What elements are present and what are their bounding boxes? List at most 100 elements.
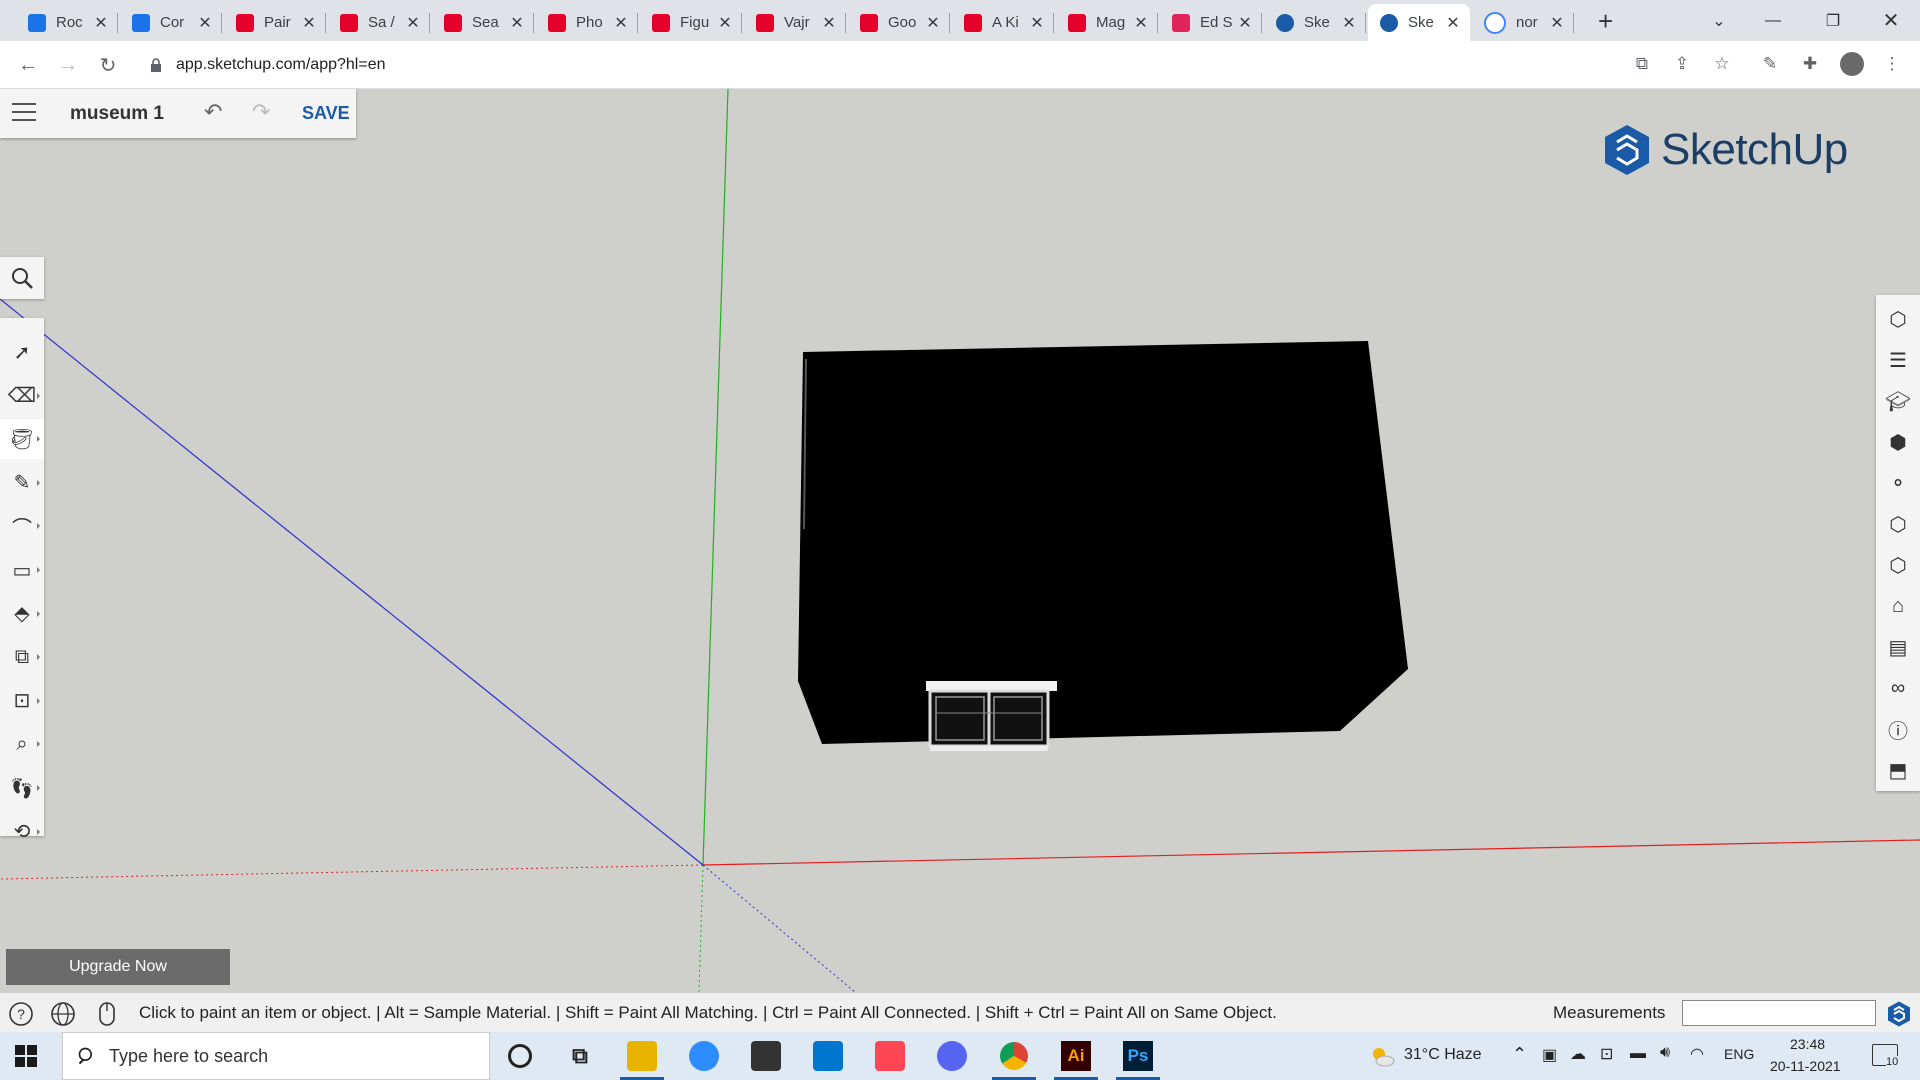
sketchup-status-icon[interactable] bbox=[1886, 1001, 1912, 1027]
geo-location-icon[interactable] bbox=[50, 1001, 76, 1027]
clock-time[interactable]: 23:48 bbox=[1790, 1036, 1825, 1052]
zoom-taskbar-button[interactable] bbox=[676, 1032, 732, 1080]
door-component[interactable] bbox=[926, 681, 1057, 751]
rectangle-tool-button[interactable]: ▭ bbox=[0, 550, 44, 590]
onedrive-icon[interactable]: ☁ bbox=[1570, 1044, 1586, 1064]
document-title[interactable]: museum 1 bbox=[70, 103, 164, 125]
illustrator-taskbar-button[interactable]: Ai bbox=[1048, 1032, 1104, 1080]
info-panel-button[interactable]: ⓘ bbox=[1876, 709, 1920, 749]
cortana-taskbar-button[interactable] bbox=[492, 1032, 548, 1080]
pencil-tool-button[interactable]: ✎ bbox=[0, 463, 44, 503]
move-tool-button[interactable]: ⧉ bbox=[0, 637, 44, 677]
close-tab-icon[interactable]: ✕ bbox=[196, 13, 214, 33]
orbit-tool-button[interactable]: ⟲ bbox=[0, 812, 44, 852]
model-viewport[interactable]: museum 1 ↶ ↷ SAVE SketchUp ➚ ⌫ 🪣︎ ✎ ⌒ ▭ ⬘ ⧉ ⊡ ⌕ 👣︎… bbox=[0, 89, 1920, 992]
share-icon[interactable]: ⇪ bbox=[1670, 52, 1694, 76]
omnibox[interactable]: app.sketchup.com/app?hl=en bbox=[142, 47, 1692, 83]
browser-tab[interactable]: nor ✕ bbox=[1472, 4, 1574, 41]
redo-icon[interactable]: ↷ bbox=[252, 99, 270, 125]
instructor-panel-button[interactable]: 🎓︎ bbox=[1876, 381, 1920, 421]
browser-tab[interactable]: Sea ✕ bbox=[432, 4, 534, 41]
close-tab-icon[interactable]: ✕ bbox=[1444, 13, 1462, 33]
browser-tab[interactable]: Mag ✕ bbox=[1056, 4, 1158, 41]
display-panel-button[interactable]: ⬡ bbox=[1876, 545, 1920, 585]
tray-overflow-icon[interactable]: ⌃ bbox=[1512, 1044, 1527, 1065]
browser-tab[interactable]: Vajr ✕ bbox=[744, 4, 846, 41]
3d-scene[interactable] bbox=[0, 89, 1920, 992]
materials-panel-button[interactable]: ⚬ bbox=[1876, 463, 1920, 503]
browser-tab[interactable]: Ed S ✕ bbox=[1160, 4, 1262, 41]
browser-tab[interactable]: Sa / ✕ bbox=[328, 4, 430, 41]
weather-text[interactable]: 31°C Haze bbox=[1404, 1046, 1482, 1064]
close-tab-icon[interactable]: ✕ bbox=[1028, 13, 1046, 33]
measurements-input[interactable] bbox=[1682, 1000, 1876, 1026]
profile-avatar[interactable] bbox=[1840, 52, 1864, 76]
photoshop-taskbar-button[interactable]: Ps bbox=[1110, 1032, 1166, 1080]
chrome-taskbar-button[interactable] bbox=[986, 1032, 1042, 1080]
close-tab-icon[interactable]: ✕ bbox=[612, 13, 630, 33]
close-tab-icon[interactable]: ✕ bbox=[300, 13, 318, 33]
minimize-icon[interactable]: — bbox=[1748, 0, 1798, 41]
close-tab-icon[interactable]: ✕ bbox=[404, 13, 422, 33]
browser-tab[interactable]: Goo ✕ bbox=[848, 4, 950, 41]
close-tab-icon[interactable]: ✕ bbox=[92, 13, 110, 33]
outliner-panel-button[interactable]: ☰ bbox=[1876, 340, 1920, 380]
valorant-taskbar-button[interactable] bbox=[862, 1032, 918, 1080]
menu-icon[interactable] bbox=[12, 103, 36, 123]
walk-tool-button[interactable]: 👣︎ bbox=[0, 768, 44, 808]
discord-taskbar-button[interactable] bbox=[924, 1032, 980, 1080]
browser-tab[interactable]: Ske ✕ bbox=[1368, 4, 1470, 41]
browser-tab[interactable]: Pair ✕ bbox=[224, 4, 326, 41]
close-tab-icon[interactable]: ✕ bbox=[1340, 13, 1358, 33]
url-text[interactable]: app.sketchup.com/app?hl=en bbox=[176, 56, 385, 74]
taskbar-search[interactable]: Type here to search bbox=[62, 1032, 490, 1080]
file-explorer-taskbar-button[interactable] bbox=[614, 1032, 670, 1080]
select-tool-button[interactable]: ➚ bbox=[0, 332, 44, 372]
language-indicator[interactable]: ENG bbox=[1724, 1046, 1754, 1062]
help-icon[interactable]: ? bbox=[8, 1001, 34, 1027]
tags-panel-button[interactable]: ⌂ bbox=[1876, 586, 1920, 626]
close-tab-icon[interactable]: ✕ bbox=[508, 13, 526, 33]
eraser-tool-button[interactable]: ⌫ bbox=[0, 376, 44, 416]
browser-tab[interactable]: A Ki ✕ bbox=[952, 4, 1054, 41]
save-button[interactable]: SAVE bbox=[302, 103, 350, 124]
clock-date[interactable]: 20-11-2021 bbox=[1770, 1058, 1841, 1074]
windows-start-icon[interactable] bbox=[14, 1044, 38, 1068]
search-tool-button[interactable] bbox=[0, 257, 44, 299]
upgrade-now-button[interactable]: Upgrade Now bbox=[6, 949, 230, 985]
browser-tab[interactable]: Pho ✕ bbox=[536, 4, 638, 41]
scenes-panel-button[interactable]: ▤ bbox=[1876, 627, 1920, 667]
close-tab-icon[interactable]: ✕ bbox=[820, 13, 838, 33]
close-tab-icon[interactable]: ✕ bbox=[1236, 13, 1254, 33]
back-icon[interactable]: ← bbox=[14, 51, 42, 79]
push-pull-tool-button[interactable]: ⬘ bbox=[0, 594, 44, 634]
tab-search-icon[interactable]: ⌄ bbox=[1694, 0, 1744, 41]
weather-icon[interactable] bbox=[1368, 1044, 1396, 1068]
close-tab-icon[interactable]: ✕ bbox=[1548, 13, 1566, 33]
browser-tab[interactable]: Ske ✕ bbox=[1264, 4, 1366, 41]
forward-icon[interactable]: → bbox=[54, 51, 82, 79]
menu-kebab-icon[interactable]: ⋮ bbox=[1880, 52, 1904, 76]
bookmark-star-icon[interactable]: ☆ bbox=[1710, 52, 1734, 76]
styles-panel-button[interactable]: ⬡ bbox=[1876, 504, 1920, 544]
volume-icon[interactable]: 🔊︎ bbox=[1660, 1044, 1670, 1062]
puzzle-extensions-icon[interactable]: ✚ bbox=[1798, 52, 1822, 76]
tape-measure-tool-button[interactable]: ⊡ bbox=[0, 681, 44, 721]
building-model[interactable] bbox=[798, 341, 1408, 744]
browser-tab[interactable]: Roc ✕ bbox=[16, 4, 118, 41]
browser-tab[interactable]: Cor ✕ bbox=[120, 4, 222, 41]
new-tab-button[interactable]: + bbox=[1598, 6, 1613, 37]
components-panel-button[interactable]: ⬢ bbox=[1876, 422, 1920, 462]
restore-icon[interactable]: ❐ bbox=[1808, 0, 1858, 41]
undo-icon[interactable]: ↶ bbox=[204, 99, 222, 125]
close-tab-icon[interactable]: ✕ bbox=[716, 13, 734, 33]
wifi-icon[interactable]: ◠ bbox=[1690, 1044, 1704, 1064]
mouse-icon[interactable] bbox=[94, 1001, 120, 1027]
close-tab-icon[interactable]: ✕ bbox=[924, 13, 942, 33]
arc-tool-button[interactable]: ⌒ bbox=[0, 506, 44, 546]
tray-app-icon[interactable]: ⊡ bbox=[1600, 1044, 1613, 1064]
export-panel-button[interactable]: ⬒ bbox=[1876, 750, 1920, 790]
reload-icon[interactable]: ↻ bbox=[94, 51, 122, 79]
browser-tab[interactable]: Figu ✕ bbox=[640, 4, 742, 41]
extension-icon[interactable]: ✎ bbox=[1758, 52, 1782, 76]
